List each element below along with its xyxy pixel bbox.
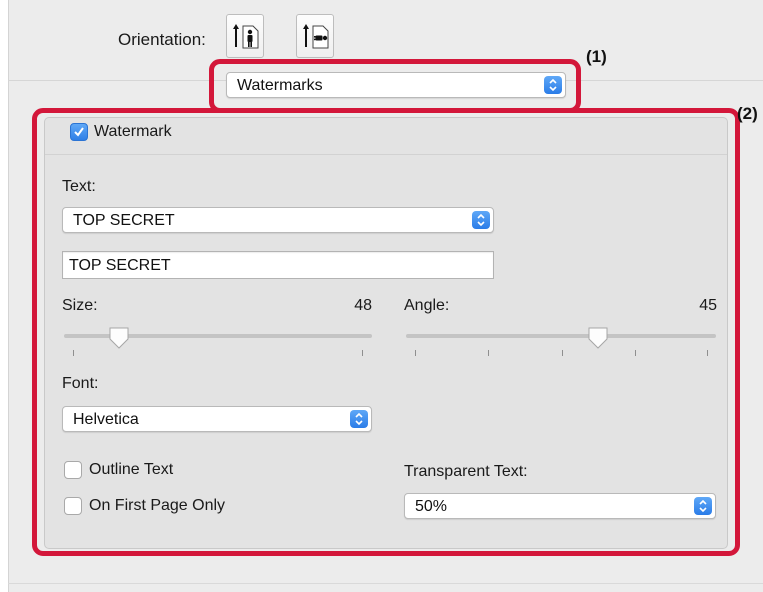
landscape-icon bbox=[303, 24, 329, 49]
callout-2-label: (2) bbox=[737, 104, 758, 123]
bottom-separator bbox=[8, 583, 763, 584]
callout-2-frame bbox=[32, 108, 740, 556]
callout-1-label: (1) bbox=[586, 47, 607, 66]
orientation-landscape-button[interactable] bbox=[296, 14, 334, 58]
orientation-portrait-button[interactable] bbox=[226, 14, 264, 58]
portrait-icon bbox=[233, 24, 259, 49]
orientation-label: Orientation: bbox=[118, 30, 206, 49]
callout-1-frame bbox=[209, 59, 581, 113]
